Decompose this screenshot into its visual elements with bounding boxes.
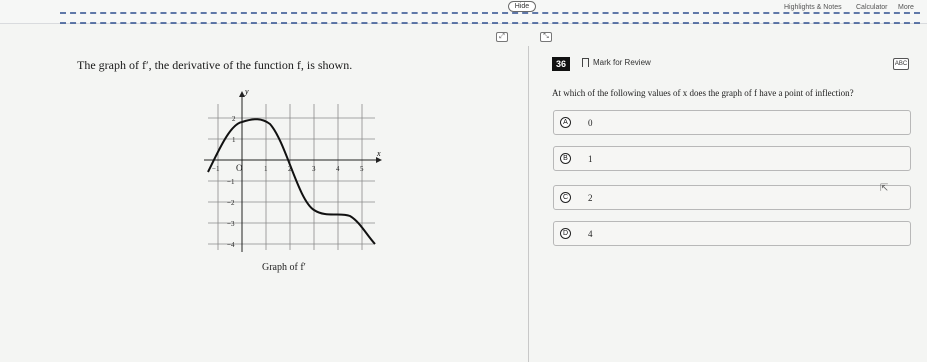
origin-label: O: [236, 163, 243, 173]
choice-letter: A: [560, 117, 571, 128]
highlights-notes-button[interactable]: Highlights & Notes: [784, 4, 842, 11]
mark-for-review-button[interactable]: Mark for Review: [582, 58, 651, 70]
choice-letter: C: [560, 192, 571, 203]
x-tick-label: −1: [212, 165, 220, 173]
grid-lines: [208, 104, 375, 250]
calculator-button[interactable]: Calculator: [856, 4, 888, 11]
toolbar-divider-bottom: [60, 22, 920, 24]
y-tick-label: −1: [227, 178, 235, 186]
pane-divider[interactable]: [528, 46, 529, 362]
graph-caption: Graph of f′: [262, 262, 306, 273]
choice-value: 4: [588, 229, 593, 239]
y-tick-label: −4: [227, 241, 235, 249]
x-tick-label: 1: [264, 165, 268, 173]
y-tick-label: 2: [232, 115, 236, 123]
collapse-icon[interactable]: ⤡: [540, 32, 552, 42]
choice-c[interactable]: C 2: [553, 185, 911, 210]
choice-letter: B: [560, 153, 571, 164]
choice-letter: D: [560, 228, 571, 239]
x-tick-label: 2: [288, 165, 292, 173]
x-axis-label: x: [376, 149, 381, 158]
choice-d[interactable]: D 4: [553, 221, 911, 246]
choice-b[interactable]: B 1: [553, 146, 911, 171]
y-tick-label: −2: [227, 199, 235, 207]
screen: Hide Highlights & Notes Calculator More …: [0, 0, 927, 362]
y-tick-label: −3: [227, 220, 235, 228]
y-tick-label: 1: [232, 136, 236, 144]
hide-button[interactable]: Hide: [508, 1, 536, 12]
toolbar-divider-top: [60, 12, 920, 14]
abc-icon[interactable]: ABC: [893, 58, 909, 70]
choice-value: 2: [588, 193, 593, 203]
mark-for-review-label: Mark for Review: [593, 58, 651, 67]
more-button[interactable]: More: [898, 4, 914, 11]
bookmark-icon: [582, 58, 589, 70]
expand-icon[interactable]: ⤢: [496, 32, 508, 42]
choice-a[interactable]: A 0: [553, 110, 911, 135]
y-axis-label: y: [244, 87, 249, 96]
x-tick-label: 3: [312, 165, 316, 173]
x-tick-label: 4: [336, 165, 340, 173]
derivative-graph: y x −1 O 1 2 3 4 5 2 1 −1 −2 −3 −4: [190, 82, 400, 272]
question-prompt: The graph of f′, the derivative of the f…: [77, 58, 353, 72]
question-text: At which of the following values of x do…: [552, 88, 854, 98]
question-number: 36: [552, 57, 570, 71]
mouse-cursor-icon: ⇱: [880, 183, 889, 194]
choice-value: 0: [588, 118, 593, 128]
x-tick-label: 5: [360, 165, 364, 173]
choice-value: 1: [588, 154, 593, 164]
graph-svg: y x −1 O 1 2 3 4 5 2 1 −1 −2 −3 −4: [204, 87, 382, 252]
